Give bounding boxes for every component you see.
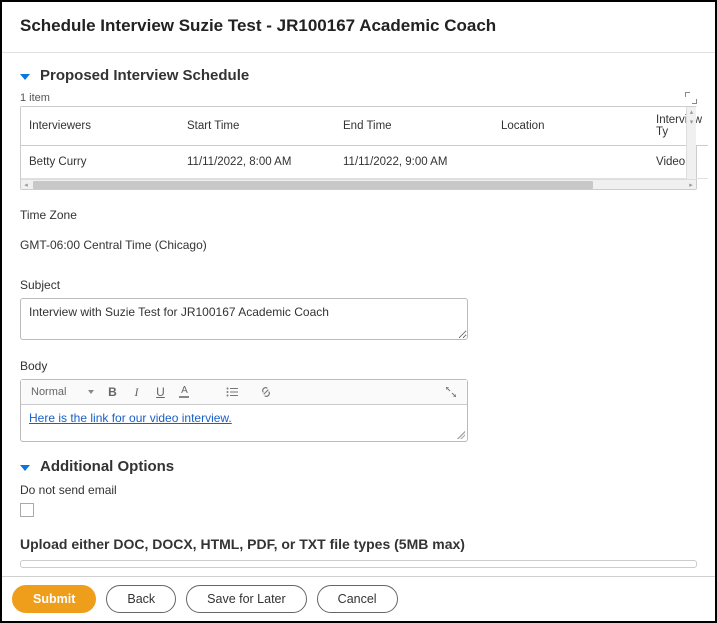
do-not-send-checkbox[interactable] [20,503,34,517]
scroll-thumb[interactable] [33,181,593,189]
save-for-later-button[interactable]: Save for Later [186,585,307,613]
scroll-up-icon[interactable]: ▴ [687,107,696,117]
editor-content[interactable]: Here is the link for our video interview… [21,405,467,441]
cell-start: 11/11/2022, 8:00 AM [179,146,335,179]
section-title-proposed: Proposed Interview Schedule [40,67,249,84]
section-additional-header[interactable]: Additional Options [20,458,697,475]
upload-dropzone[interactable] [20,560,697,568]
back-button[interactable]: Back [106,585,176,613]
resize-handle-icon[interactable] [457,431,465,439]
subject-label: Subject [20,278,697,292]
scroll-right-icon[interactable]: ▸ [686,181,696,189]
chevron-down-icon [20,465,30,471]
text-color-button[interactable]: A [174,382,194,402]
expand-table-icon[interactable] [685,92,697,104]
editor-toolbar: Normal B I U A [21,380,467,405]
cancel-button[interactable]: Cancel [317,585,398,613]
do-not-send-label: Do not send email [20,483,697,497]
scroll-down-icon[interactable]: ▾ [687,117,696,127]
cell-interviewers: Betty Curry [21,146,179,179]
bold-button[interactable]: B [102,382,122,402]
body-editor: Normal B I U A [20,379,468,442]
schedule-table-wrapper: Interviewers Start Time End Time Locatio… [20,106,697,190]
chevron-down-icon [20,74,30,80]
cell-end: 11/11/2022, 9:00 AM [335,146,493,179]
divider [2,52,715,53]
timezone-value: GMT-06:00 Central Time (Chicago) [20,238,697,252]
col-start-time[interactable]: Start Time [179,107,335,146]
italic-button[interactable]: I [126,382,146,402]
table-row[interactable]: Betty Curry 11/11/2022, 8:00 AM 11/11/20… [21,146,708,179]
color-caret[interactable] [198,382,218,402]
subject-input[interactable] [20,298,468,340]
upload-label: Upload either DOC, DOCX, HTML, PDF, or T… [20,536,697,552]
link-button[interactable] [256,382,276,402]
interview-link[interactable]: Here is the link for our video interview… [29,411,232,425]
submit-button[interactable]: Submit [12,585,96,613]
col-interview-type[interactable]: Interview Ty [648,107,708,146]
fullscreen-button[interactable] [441,382,461,402]
format-select[interactable]: Normal [27,384,98,400]
section-proposed-header[interactable]: Proposed Interview Schedule [20,67,697,84]
col-location[interactable]: Location [493,107,648,146]
cell-type: Video [648,146,708,179]
body-label: Body [20,359,697,373]
section-title-additional: Additional Options [40,458,174,475]
page-title: Schedule Interview Suzie Test - JR100167… [20,16,697,46]
col-end-time[interactable]: End Time [335,107,493,146]
horizontal-scrollbar[interactable]: ◂ ▸ [21,179,696,189]
footer-bar: Submit Back Save for Later Cancel [2,576,715,621]
cell-location [493,146,648,179]
caret-down-icon [88,390,94,394]
bullet-list-button[interactable] [222,382,242,402]
table-header-row: Interviewers Start Time End Time Locatio… [21,107,708,146]
item-count: 1 item [20,92,50,104]
col-interviewers[interactable]: Interviewers [21,107,179,146]
format-label: Normal [31,386,66,398]
underline-button[interactable]: U [150,382,170,402]
schedule-table: Interviewers Start Time End Time Locatio… [21,107,708,179]
timezone-label: Time Zone [20,208,697,222]
scroll-left-icon[interactable]: ◂ [21,181,31,189]
vertical-scrollbar[interactable]: ▴ ▾ [686,107,696,179]
